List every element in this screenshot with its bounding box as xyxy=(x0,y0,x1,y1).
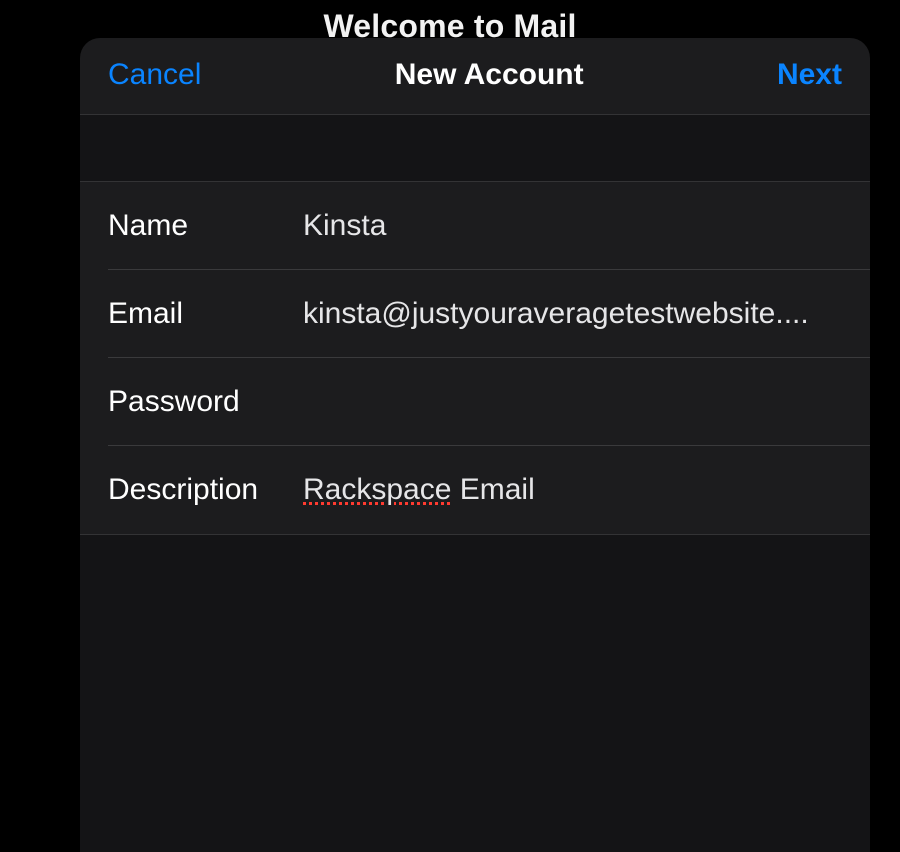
name-label: Name xyxy=(108,209,303,243)
sheet-title: New Account xyxy=(395,58,584,92)
new-account-sheet: Cancel New Account Next Name Email Passw… xyxy=(80,38,870,852)
password-label: Password xyxy=(108,385,303,419)
email-label: Email xyxy=(108,297,303,331)
name-row: Name xyxy=(80,182,870,270)
description-row: Description Rackspace Email xyxy=(80,446,870,534)
next-button[interactable]: Next xyxy=(777,58,842,92)
email-row: Email xyxy=(80,270,870,358)
sheet-bottom-area xyxy=(80,535,870,852)
name-input[interactable] xyxy=(303,209,842,243)
account-form: Name Email Password Description Rackspac… xyxy=(80,181,870,535)
email-input[interactable] xyxy=(303,297,842,331)
password-row: Password xyxy=(80,358,870,446)
description-value-rest: Email xyxy=(451,473,534,506)
description-value-word: Rackspace xyxy=(303,473,451,506)
description-label: Description xyxy=(108,473,303,507)
sheet-header: Cancel New Account Next xyxy=(80,38,870,115)
password-input[interactable] xyxy=(303,385,842,419)
section-spacer xyxy=(80,115,870,181)
description-input[interactable]: Rackspace Email xyxy=(303,473,842,507)
cancel-button[interactable]: Cancel xyxy=(108,58,201,92)
